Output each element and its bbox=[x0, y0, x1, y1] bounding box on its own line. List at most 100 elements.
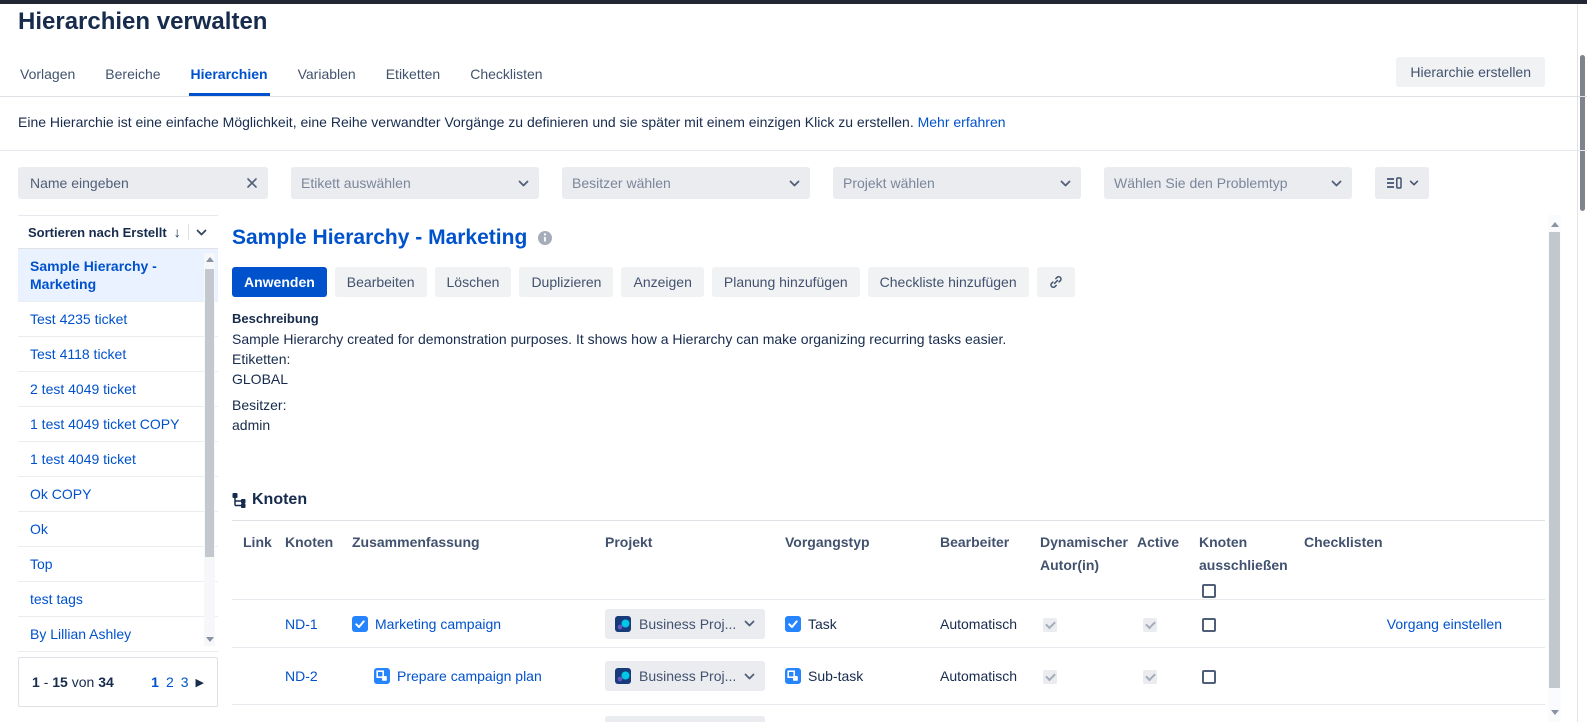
hierarchy-list-item[interactable]: 1 test 4049 ticket bbox=[18, 442, 218, 477]
hierarchy-list-item[interactable]: By Lillian Ashley bbox=[18, 617, 218, 652]
active-cell bbox=[1137, 615, 1199, 631]
tabs-divider bbox=[0, 96, 1587, 97]
labels-label: Etiketten: bbox=[232, 349, 1006, 369]
divider bbox=[188, 224, 189, 240]
issuetype-cell[interactable]: Task bbox=[785, 616, 940, 632]
action-buttons: Anwenden Bearbeiten Löschen Duplizieren … bbox=[232, 267, 1075, 297]
exclude-cell bbox=[1199, 668, 1304, 684]
hierarchy-list-item[interactable]: test tags bbox=[18, 582, 218, 617]
project-avatar bbox=[615, 668, 631, 684]
col-checklisten: Checklisten bbox=[1304, 531, 1545, 600]
checklist-cell: Vorgang einstellen bbox=[1304, 616, 1545, 632]
node-key-link[interactable]: ND-2 bbox=[285, 668, 318, 684]
tab-bereiche[interactable]: Bereiche bbox=[103, 62, 162, 96]
next-page-icon[interactable]: ▶ bbox=[196, 676, 204, 689]
project-select[interactable]: Business Proj... bbox=[605, 661, 765, 691]
set-issue-link[interactable]: Vorgang einstellen bbox=[1387, 616, 1502, 632]
page-links: 1 2 3 ▶ bbox=[151, 674, 204, 690]
hierarchy-title-row: Sample Hierarchy - Marketing bbox=[232, 226, 553, 250]
copy-link-button[interactable] bbox=[1037, 267, 1075, 297]
hierarchy-list-item[interactable]: Ok COPY bbox=[18, 477, 218, 512]
show-button[interactable]: Anzeigen bbox=[621, 267, 703, 297]
active-checkbox bbox=[1143, 618, 1157, 632]
issuetype-label: Sub-task bbox=[808, 668, 863, 684]
owner-filter-value: Besitzer wählen bbox=[572, 175, 671, 191]
browser-scrollbar-thumb[interactable] bbox=[1580, 55, 1585, 211]
page-2-link[interactable]: 2 bbox=[166, 674, 174, 690]
view-options-button[interactable] bbox=[1375, 167, 1429, 199]
edit-button[interactable]: Bearbeiten bbox=[335, 267, 427, 297]
add-planning-button[interactable]: Planung hinzufügen bbox=[712, 267, 860, 297]
col-zusammenfassung: Zusammenfassung bbox=[352, 531, 605, 600]
page-1-link[interactable]: 1 bbox=[151, 674, 159, 690]
page-3-link[interactable]: 3 bbox=[181, 674, 189, 690]
tab-vorlagen[interactable]: Vorlagen bbox=[18, 62, 77, 96]
hierarchy-list-item[interactable]: Test 4235 ticket bbox=[18, 302, 218, 337]
link-icon bbox=[1048, 274, 1064, 290]
hierarchy-title: Sample Hierarchy - Marketing bbox=[232, 226, 527, 250]
project-avatar bbox=[615, 616, 631, 632]
project-select[interactable]: Business Proj... bbox=[605, 609, 765, 639]
label-filter-select[interactable]: Etikett auswählen bbox=[291, 167, 539, 199]
description-block: Beschreibung Sample Hierarchy created fo… bbox=[232, 309, 1006, 435]
apply-button[interactable]: Anwenden bbox=[232, 267, 327, 297]
node-key-cell: ND-1 bbox=[285, 616, 352, 632]
owner-filter-select[interactable]: Besitzer wählen bbox=[562, 167, 810, 199]
clear-icon[interactable] bbox=[246, 177, 258, 189]
summary-link[interactable]: Marketing campaign bbox=[375, 616, 501, 632]
description-text: Sample Hierarchy created for demonstrati… bbox=[232, 329, 1006, 349]
assignee-cell: Automatisch bbox=[940, 668, 1040, 684]
exclude-checkbox[interactable] bbox=[1202, 670, 1216, 684]
scroll-up-icon[interactable] bbox=[206, 257, 214, 262]
tab-checklisten[interactable]: Checklisten bbox=[468, 62, 544, 96]
browser-scrollbar[interactable] bbox=[1577, 4, 1587, 722]
scroll-up-icon[interactable] bbox=[1551, 222, 1559, 227]
tab-etiketten[interactable]: Etiketten bbox=[384, 62, 442, 96]
exclude-all-checkbox[interactable] bbox=[1202, 584, 1216, 598]
name-filter[interactable] bbox=[18, 167, 268, 199]
col-dynamischer-autor: Dynamischer Autor(in) bbox=[1040, 531, 1137, 600]
detail-scrollbar-thumb[interactable] bbox=[1549, 232, 1560, 688]
learn-more-link[interactable]: Mehr erfahren bbox=[918, 114, 1006, 130]
sidebar-scrollbar-thumb[interactable] bbox=[205, 269, 214, 557]
node-key-link[interactable]: ND-1 bbox=[285, 616, 318, 632]
dynamic-author-checkbox bbox=[1043, 618, 1057, 632]
exclude-checkbox[interactable] bbox=[1202, 618, 1216, 632]
info-icon[interactable] bbox=[537, 230, 553, 246]
hierarchy-list-item[interactable]: Ok bbox=[18, 512, 218, 547]
issuetype-filter-select[interactable]: Wählen Sie den Problemtyp bbox=[1104, 167, 1352, 199]
delete-button[interactable]: Löschen bbox=[435, 267, 512, 297]
project-select[interactable] bbox=[605, 716, 765, 722]
hierarchy-list-sidebar: Sortieren nach Erstellt ↓ Sample Hierarc… bbox=[18, 215, 218, 707]
col-knoten-ausschliessen-label: Knoten ausschließen bbox=[1199, 534, 1288, 573]
chevron-down-icon bbox=[744, 673, 755, 680]
hierarchy-list-item[interactable]: 1 test 4049 ticket COPY bbox=[18, 407, 218, 442]
chevron-down-icon[interactable] bbox=[196, 229, 207, 236]
labels-value: GLOBAL bbox=[232, 369, 1006, 389]
sort-direction-icon[interactable]: ↓ bbox=[174, 224, 181, 240]
summary-link[interactable]: Prepare campaign plan bbox=[397, 668, 542, 684]
hierarchy-detail-panel: Sample Hierarchy - Marketing Anwenden Be… bbox=[232, 215, 1545, 722]
pagination: 1 - 15 von 34 1 2 3 ▶ bbox=[18, 657, 218, 707]
tab-hierarchien[interactable]: Hierarchien bbox=[189, 62, 270, 96]
issuetype-cell[interactable]: Sub-task bbox=[785, 668, 940, 684]
duplicate-button[interactable]: Duplizieren bbox=[519, 267, 613, 297]
hierarchy-list-item[interactable]: 2 test 4049 ticket bbox=[18, 372, 218, 407]
scroll-down-icon[interactable] bbox=[1551, 710, 1559, 715]
tab-variablen[interactable]: Variablen bbox=[296, 62, 358, 96]
scroll-down-icon[interactable] bbox=[206, 637, 214, 642]
owner-value: admin bbox=[232, 415, 1006, 435]
detail-panel-scrollbar[interactable] bbox=[1548, 215, 1561, 722]
chevron-down-icon bbox=[1331, 180, 1342, 187]
sidebar-scrollbar[interactable] bbox=[204, 253, 215, 646]
pagination-range: 1 - 15 von 34 bbox=[32, 674, 114, 690]
add-checklist-button[interactable]: Checkliste hinzufügen bbox=[868, 267, 1029, 297]
create-hierarchy-button[interactable]: Hierarchie erstellen bbox=[1396, 57, 1545, 87]
sort-control[interactable]: Sortieren nach Erstellt ↓ bbox=[18, 215, 218, 249]
hierarchy-list-item[interactable]: Test 4118 ticket bbox=[18, 337, 218, 372]
summary-cell: Marketing campaign bbox=[352, 616, 605, 632]
hierarchy-list-item[interactable]: Sample Hierarchy - Marketing bbox=[18, 249, 218, 302]
project-filter-select[interactable]: Projekt wählen bbox=[833, 167, 1081, 199]
hierarchy-list-item[interactable]: Top bbox=[18, 547, 218, 582]
name-filter-input[interactable] bbox=[28, 174, 232, 192]
